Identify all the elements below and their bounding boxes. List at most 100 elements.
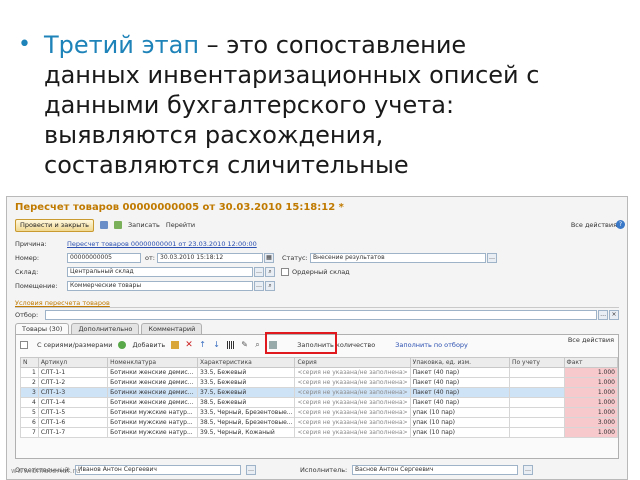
section-title[interactable]: Условия пересчета товаров	[15, 299, 110, 307]
table-cell-series[interactable]: <серия не указана/не заполнена>	[294, 377, 411, 388]
move-down-icon[interactable]: ↓	[213, 341, 221, 349]
column-header[interactable]: По учету	[508, 357, 565, 368]
table-cell-series[interactable]: <серия не указана/не заполнена>	[294, 397, 411, 408]
reason-link[interactable]: Пересчет товаров 00000000001 от 23.03.20…	[67, 240, 257, 248]
warehouse-select-icon[interactable]: …	[254, 267, 264, 277]
table-cell-fact[interactable]: 1.000	[563, 367, 619, 378]
table-cell-char[interactable]: 38.5, Бежевый	[197, 397, 296, 408]
responsible-field[interactable]: Иванов Антон Сергеевич	[75, 465, 241, 475]
table-cell-acc[interactable]	[508, 427, 565, 438]
table-cell-acc[interactable]	[508, 387, 565, 398]
table-row[interactable]: 5 СЛТ-1-5 Ботинки мужские натур... 33.5, Че…	[20, 407, 619, 418]
table-cell-series[interactable]: <серия не указана/не заполнена>	[294, 417, 411, 428]
table-cell-series[interactable]: <серия не указана/не заполнена>	[294, 407, 411, 418]
column-header[interactable]: Характеристика	[197, 357, 296, 368]
search-icon[interactable]: ⌕	[255, 341, 263, 349]
table-cell-nom[interactable]: Ботинки женские демис...	[107, 387, 199, 398]
column-header[interactable]: Номенклатура	[107, 357, 199, 368]
table-cell-pack[interactable]: упак (10 пар)	[409, 417, 510, 428]
executor-field[interactable]: Васнов Антон Сергеевич	[352, 465, 518, 475]
room-field[interactable]: Коммерческие товары	[67, 281, 253, 291]
tab-goods[interactable]: Товары (30)	[15, 323, 70, 334]
barcode-icon[interactable]	[227, 341, 236, 349]
table-cell-n[interactable]: 2	[20, 377, 39, 388]
table-cell-pack[interactable]: Пакет (40 пар)	[409, 387, 510, 398]
post-and-close-button[interactable]: Провести и закрыть	[15, 218, 95, 232]
edit-icon[interactable]: ✎	[241, 341, 249, 349]
column-header[interactable]: N	[20, 357, 39, 368]
add-icon[interactable]	[118, 341, 127, 349]
table-cell-fact[interactable]: 1.000	[563, 397, 619, 408]
date-field[interactable]: 30.03.2010 15:18:12	[157, 253, 263, 263]
table-cell-char[interactable]: 33.5, Черный, Брезентовые...	[197, 407, 296, 418]
table-cell-pack[interactable]: Пакет (40 пар)	[409, 367, 510, 378]
table-row[interactable]: 7 СЛТ-1-7 Ботинки мужские натур... 39.5, Че…	[20, 427, 619, 438]
table-cell-nom[interactable]: Ботинки мужские натур...	[107, 407, 199, 418]
table-cell-n[interactable]: 6	[20, 417, 39, 428]
table-cell-fact[interactable]: 1.000	[563, 407, 619, 418]
table-cell-n[interactable]: 4	[20, 397, 39, 408]
add-button[interactable]: Добавить	[132, 341, 165, 349]
copy-icon[interactable]	[171, 341, 180, 349]
grid-all-actions-menu[interactable]: Все действия	[568, 336, 614, 344]
table-cell-nom[interactable]: Ботинки мужские натур...	[107, 417, 199, 428]
table-cell-art[interactable]: СЛТ-1-3	[37, 387, 109, 398]
executor-select-icon[interactable]: …	[523, 465, 533, 475]
goto-menu[interactable]: Перейти	[166, 221, 195, 229]
warehouse-open-icon[interactable]: ⌕	[265, 267, 275, 277]
fill-by-selection-button[interactable]: Заполнить по отбору	[395, 341, 468, 349]
table-cell-pack[interactable]: Пакет (40 пар)	[409, 377, 510, 388]
table-cell-acc[interactable]	[508, 377, 565, 388]
save-icon[interactable]	[100, 221, 109, 229]
selection-field[interactable]	[44, 310, 598, 320]
table-cell-pack[interactable]: упак (10 пар)	[409, 407, 510, 418]
table-cell-art[interactable]: СЛТ-1-5	[37, 407, 109, 418]
table-cell-nom[interactable]: Ботинки мужские натур...	[107, 427, 199, 438]
with-serials-checkbox[interactable]	[20, 341, 28, 349]
ordered-warehouse-checkbox[interactable]	[281, 268, 289, 276]
table-row[interactable]: 4 СЛТ-1-4 Ботинки женские демис... 38.5, Бе…	[20, 397, 619, 408]
table-cell-acc[interactable]	[508, 397, 565, 408]
room-select-icon[interactable]: …	[254, 281, 264, 291]
table-cell-pack[interactable]: Пакет (40 пар)	[409, 397, 510, 408]
help-icon[interactable]: ?	[616, 220, 625, 229]
table-cell-char[interactable]: 39.5, Черный, Кожаный	[197, 427, 296, 438]
table-cell-series[interactable]: <серия не указана/не заполнена>	[294, 387, 411, 398]
table-cell-fact[interactable]: 3.000	[563, 417, 619, 428]
column-header[interactable]: Факт	[563, 357, 619, 368]
table-cell-char[interactable]: 37.5, Бежевый	[197, 387, 296, 398]
table-cell-nom[interactable]: Ботинки женские демис...	[107, 367, 199, 378]
tab-additional[interactable]: Дополнительно	[71, 323, 140, 334]
table-cell-fact[interactable]: 1.000	[563, 387, 619, 398]
table-row[interactable]: 2 СЛТ-1-2 Ботинки женские демис... 33.5, Бе…	[20, 377, 619, 388]
table-cell-char[interactable]: 33.5, Бежевый	[197, 377, 296, 388]
table-cell-n[interactable]: 5	[20, 407, 39, 418]
table-cell-fact[interactable]: 1.000	[563, 427, 619, 438]
selection-clear-icon[interactable]: ×	[609, 310, 619, 320]
table-cell-nom[interactable]: Ботинки женские демис...	[107, 397, 199, 408]
column-header[interactable]: Упаковка, ед. изм.	[409, 357, 510, 368]
delete-icon[interactable]: ✕	[185, 341, 193, 350]
table-cell-art[interactable]: СЛТ-1-6	[37, 417, 109, 428]
calendar-icon[interactable]: ▦	[264, 253, 274, 263]
table-cell-acc[interactable]	[508, 407, 565, 418]
table-cell-series[interactable]: <серия не указана/не заполнена>	[294, 427, 411, 438]
responsible-select-icon[interactable]: …	[246, 465, 256, 475]
post-icon[interactable]	[114, 221, 123, 229]
table-cell-pack[interactable]: упак (10 пар)	[409, 427, 510, 438]
table-cell-char[interactable]: 33.5, Бежевый	[197, 367, 296, 378]
table-cell-fact[interactable]: 1.000	[563, 377, 619, 388]
table-row[interactable]: 1 СЛТ-1-1 Ботинки женские демис... 33.5, Бе…	[20, 367, 619, 378]
table-cell-n[interactable]: 1	[20, 367, 39, 378]
table-cell-art[interactable]: СЛТ-1-7	[37, 427, 109, 438]
table-cell-art[interactable]: СЛТ-1-2	[37, 377, 109, 388]
save-button[interactable]: Записать	[128, 221, 160, 229]
room-open-icon[interactable]: ⌕	[265, 281, 275, 291]
table-row[interactable]: 6 СЛТ-1-6 Ботинки мужские натур... 38.5, Че…	[20, 417, 619, 428]
column-header[interactable]: Серия	[294, 357, 411, 368]
selection-select-icon[interactable]: …	[598, 310, 609, 320]
tab-comment[interactable]: Комментарий	[141, 323, 203, 334]
table-cell-n[interactable]: 7	[20, 427, 39, 438]
all-actions-menu[interactable]: Все действия	[571, 221, 617, 229]
status-select-icon[interactable]: …	[487, 253, 497, 263]
